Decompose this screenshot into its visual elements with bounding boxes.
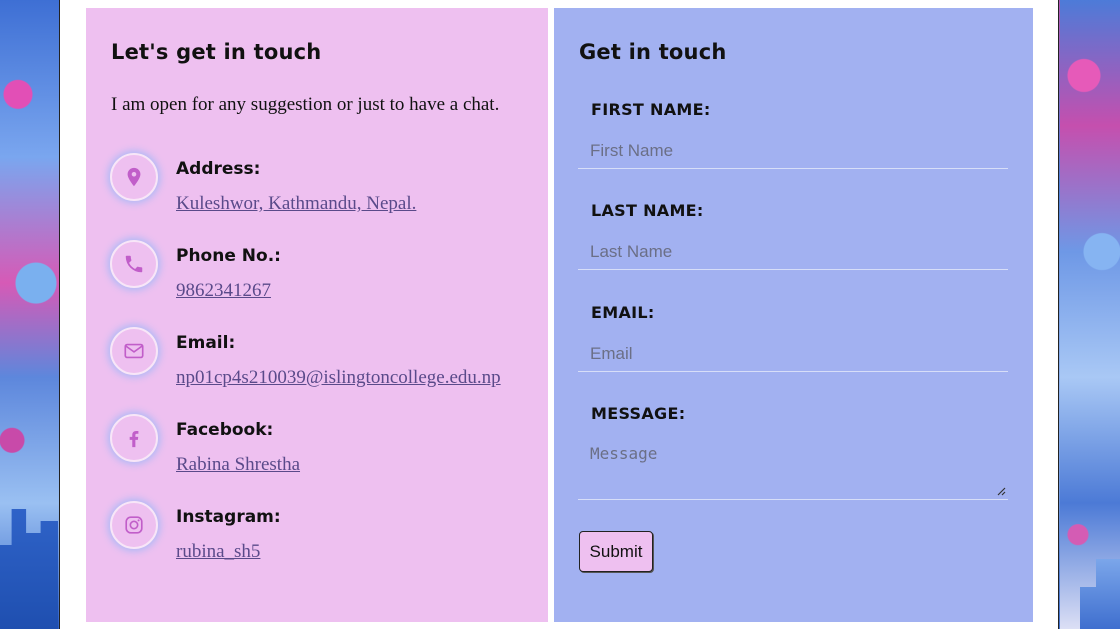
facebook-icon (110, 414, 158, 462)
phone-icon (110, 240, 158, 288)
info-item-instagram: Instagram: rubina_sh5 (110, 501, 540, 571)
email-form-label: EMAIL: (591, 303, 655, 322)
first-name-input[interactable] (578, 133, 1008, 169)
resize-handle-icon[interactable] (996, 486, 1006, 496)
message-label: MESSAGE: (591, 404, 686, 423)
info-item-facebook: Facebook: Rabina Shrestha (110, 414, 540, 484)
last-name-input[interactable] (578, 234, 1008, 270)
background-artwork-right (1060, 0, 1120, 629)
info-item-address: Address: Kuleshwor, Kathmandu, Nepal. (110, 153, 540, 223)
email-link[interactable]: np01cp4s210039@islingtoncollege.edu.np (176, 367, 501, 389)
address-link[interactable]: Kuleshwor, Kathmandu, Nepal. (176, 193, 416, 215)
email-input[interactable] (578, 336, 1008, 372)
info-item-email: Email: np01cp4s210039@islingtoncollege.e… (110, 327, 540, 397)
contact-form-panel: Get in touch FIRST NAME: LAST NAME: EMAI… (554, 8, 1033, 622)
info-item-phone: Phone No.: 9862341267 (110, 240, 540, 310)
contact-info-title: Let's get in touch (111, 40, 322, 64)
phone-link[interactable]: 9862341267 (176, 280, 271, 302)
map-pin-icon (110, 153, 158, 201)
contact-form-title: Get in touch (579, 40, 727, 64)
envelope-icon (110, 327, 158, 375)
email-label: Email: (176, 333, 236, 353)
contact-info-panel: Let's get in touch I am open for any sug… (86, 8, 548, 622)
background-artwork-left (0, 0, 60, 629)
address-label: Address: (176, 159, 261, 179)
submit-button[interactable]: Submit (579, 531, 653, 572)
facebook-label: Facebook: (176, 420, 274, 440)
contact-info-intro: I am open for any suggestion or just to … (111, 94, 500, 115)
page-container: Let's get in touch I am open for any sug… (59, 0, 1059, 629)
message-textarea[interactable] (578, 438, 1008, 500)
last-name-label: LAST NAME: (591, 201, 704, 220)
instagram-icon (110, 501, 158, 549)
instagram-label: Instagram: (176, 507, 281, 527)
phone-label: Phone No.: (176, 246, 281, 266)
instagram-link[interactable]: rubina_sh5 (176, 541, 260, 563)
first-name-label: FIRST NAME: (591, 100, 711, 119)
facebook-link[interactable]: Rabina Shrestha (176, 454, 300, 476)
